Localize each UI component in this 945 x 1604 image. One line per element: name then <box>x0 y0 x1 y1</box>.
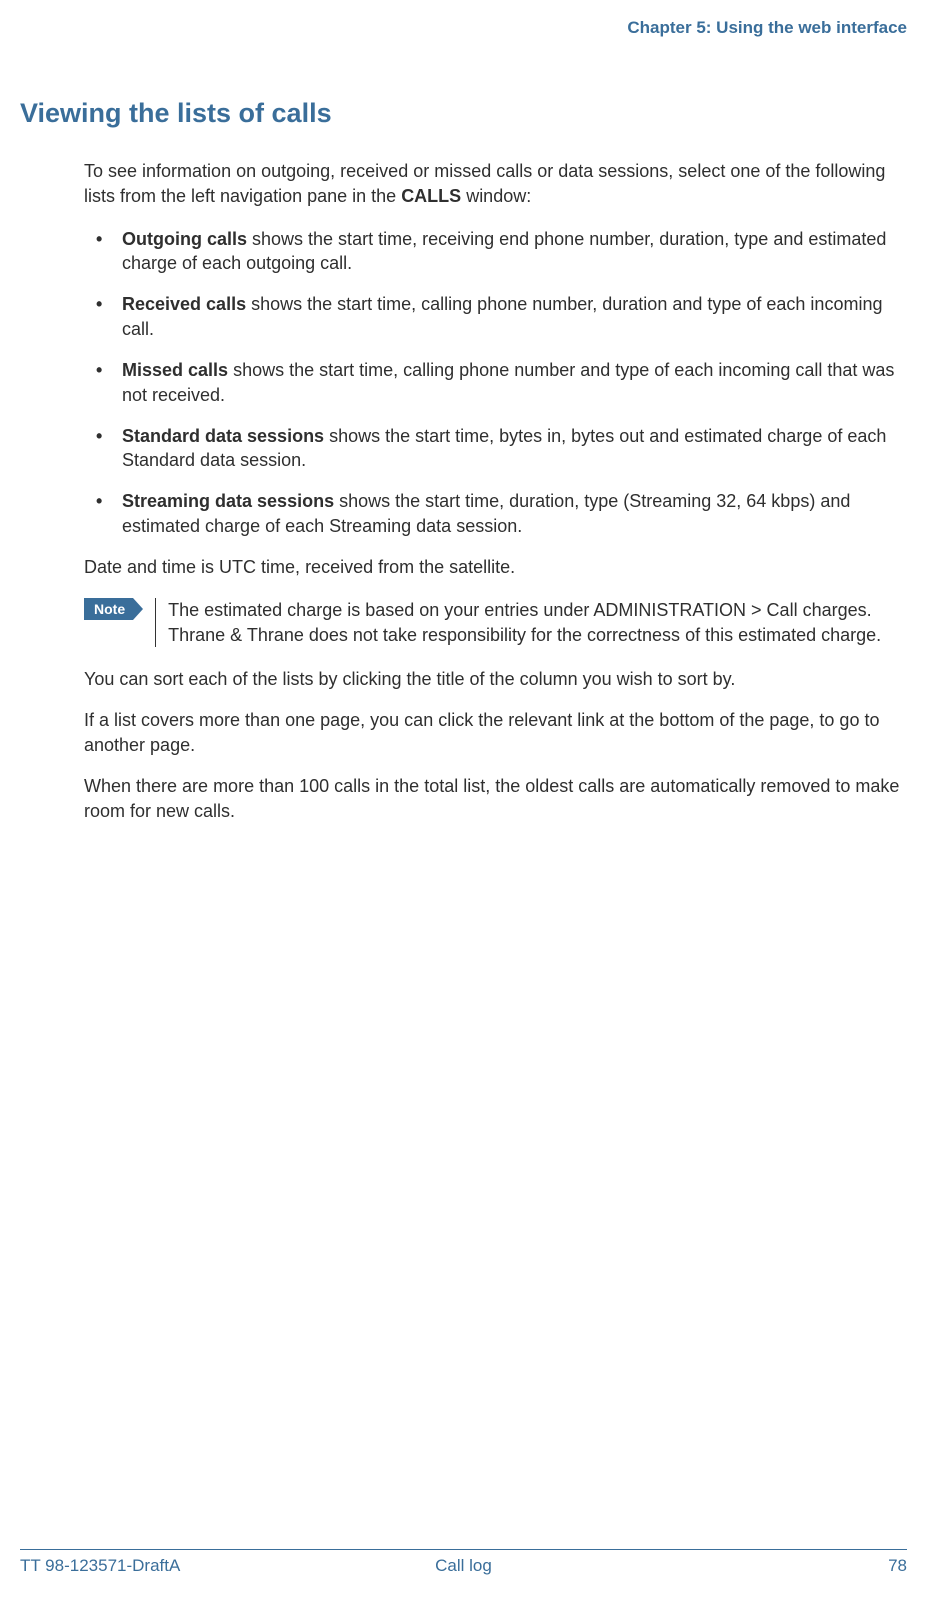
footer-page-number: 78 <box>888 1556 907 1576</box>
bullet-term: Received calls <box>122 294 246 314</box>
intro-paragraph: To see information on outgoing, received… <box>84 159 907 209</box>
bullet-term: Missed calls <box>122 360 228 380</box>
bullet-icon: • <box>96 292 102 317</box>
list-item: •Received calls shows the start time, ca… <box>84 292 907 342</box>
list-item: •Streaming data sessions shows the start… <box>84 489 907 539</box>
overflow-paragraph: When there are more than 100 calls in th… <box>84 774 907 824</box>
section-title: Viewing the lists of calls <box>20 98 907 129</box>
bullet-term: Standard data sessions <box>122 426 324 446</box>
intro-post: window: <box>461 186 531 206</box>
list-item: •Outgoing calls shows the start time, re… <box>84 227 907 277</box>
sort-paragraph: You can sort each of the lists by clicki… <box>84 667 907 692</box>
bullet-term: Outgoing calls <box>122 229 247 249</box>
bullet-icon: • <box>96 489 102 514</box>
intro-bold: CALLS <box>401 186 461 206</box>
pagination-paragraph: If a list covers more than one page, you… <box>84 708 907 758</box>
bullet-icon: • <box>96 424 102 449</box>
footer-doc-id: TT 98-123571-DraftA <box>20 1556 180 1576</box>
note-text: The estimated charge is based on your en… <box>155 598 907 648</box>
body-content: To see information on outgoing, received… <box>84 159 907 824</box>
note-badge: Note <box>84 598 133 620</box>
bullet-list: •Outgoing calls shows the start time, re… <box>84 227 907 539</box>
chapter-header: Chapter 5: Using the web interface <box>20 18 907 38</box>
bullet-rest: shows the start time, calling phone numb… <box>122 360 894 405</box>
note-callout: Note The estimated charge is based on yo… <box>84 598 907 648</box>
bullet-term: Streaming data sessions <box>122 491 334 511</box>
bullet-icon: • <box>96 358 102 383</box>
list-item: • Missed calls shows the start time, call… <box>84 358 907 408</box>
list-item: •Standard data sessions shows the start … <box>84 424 907 474</box>
bullet-icon: • <box>96 227 102 252</box>
utc-paragraph: Date and time is UTC time, received from… <box>84 555 907 580</box>
page-footer: TT 98-123571-DraftA Call log 78 <box>20 1549 907 1576</box>
